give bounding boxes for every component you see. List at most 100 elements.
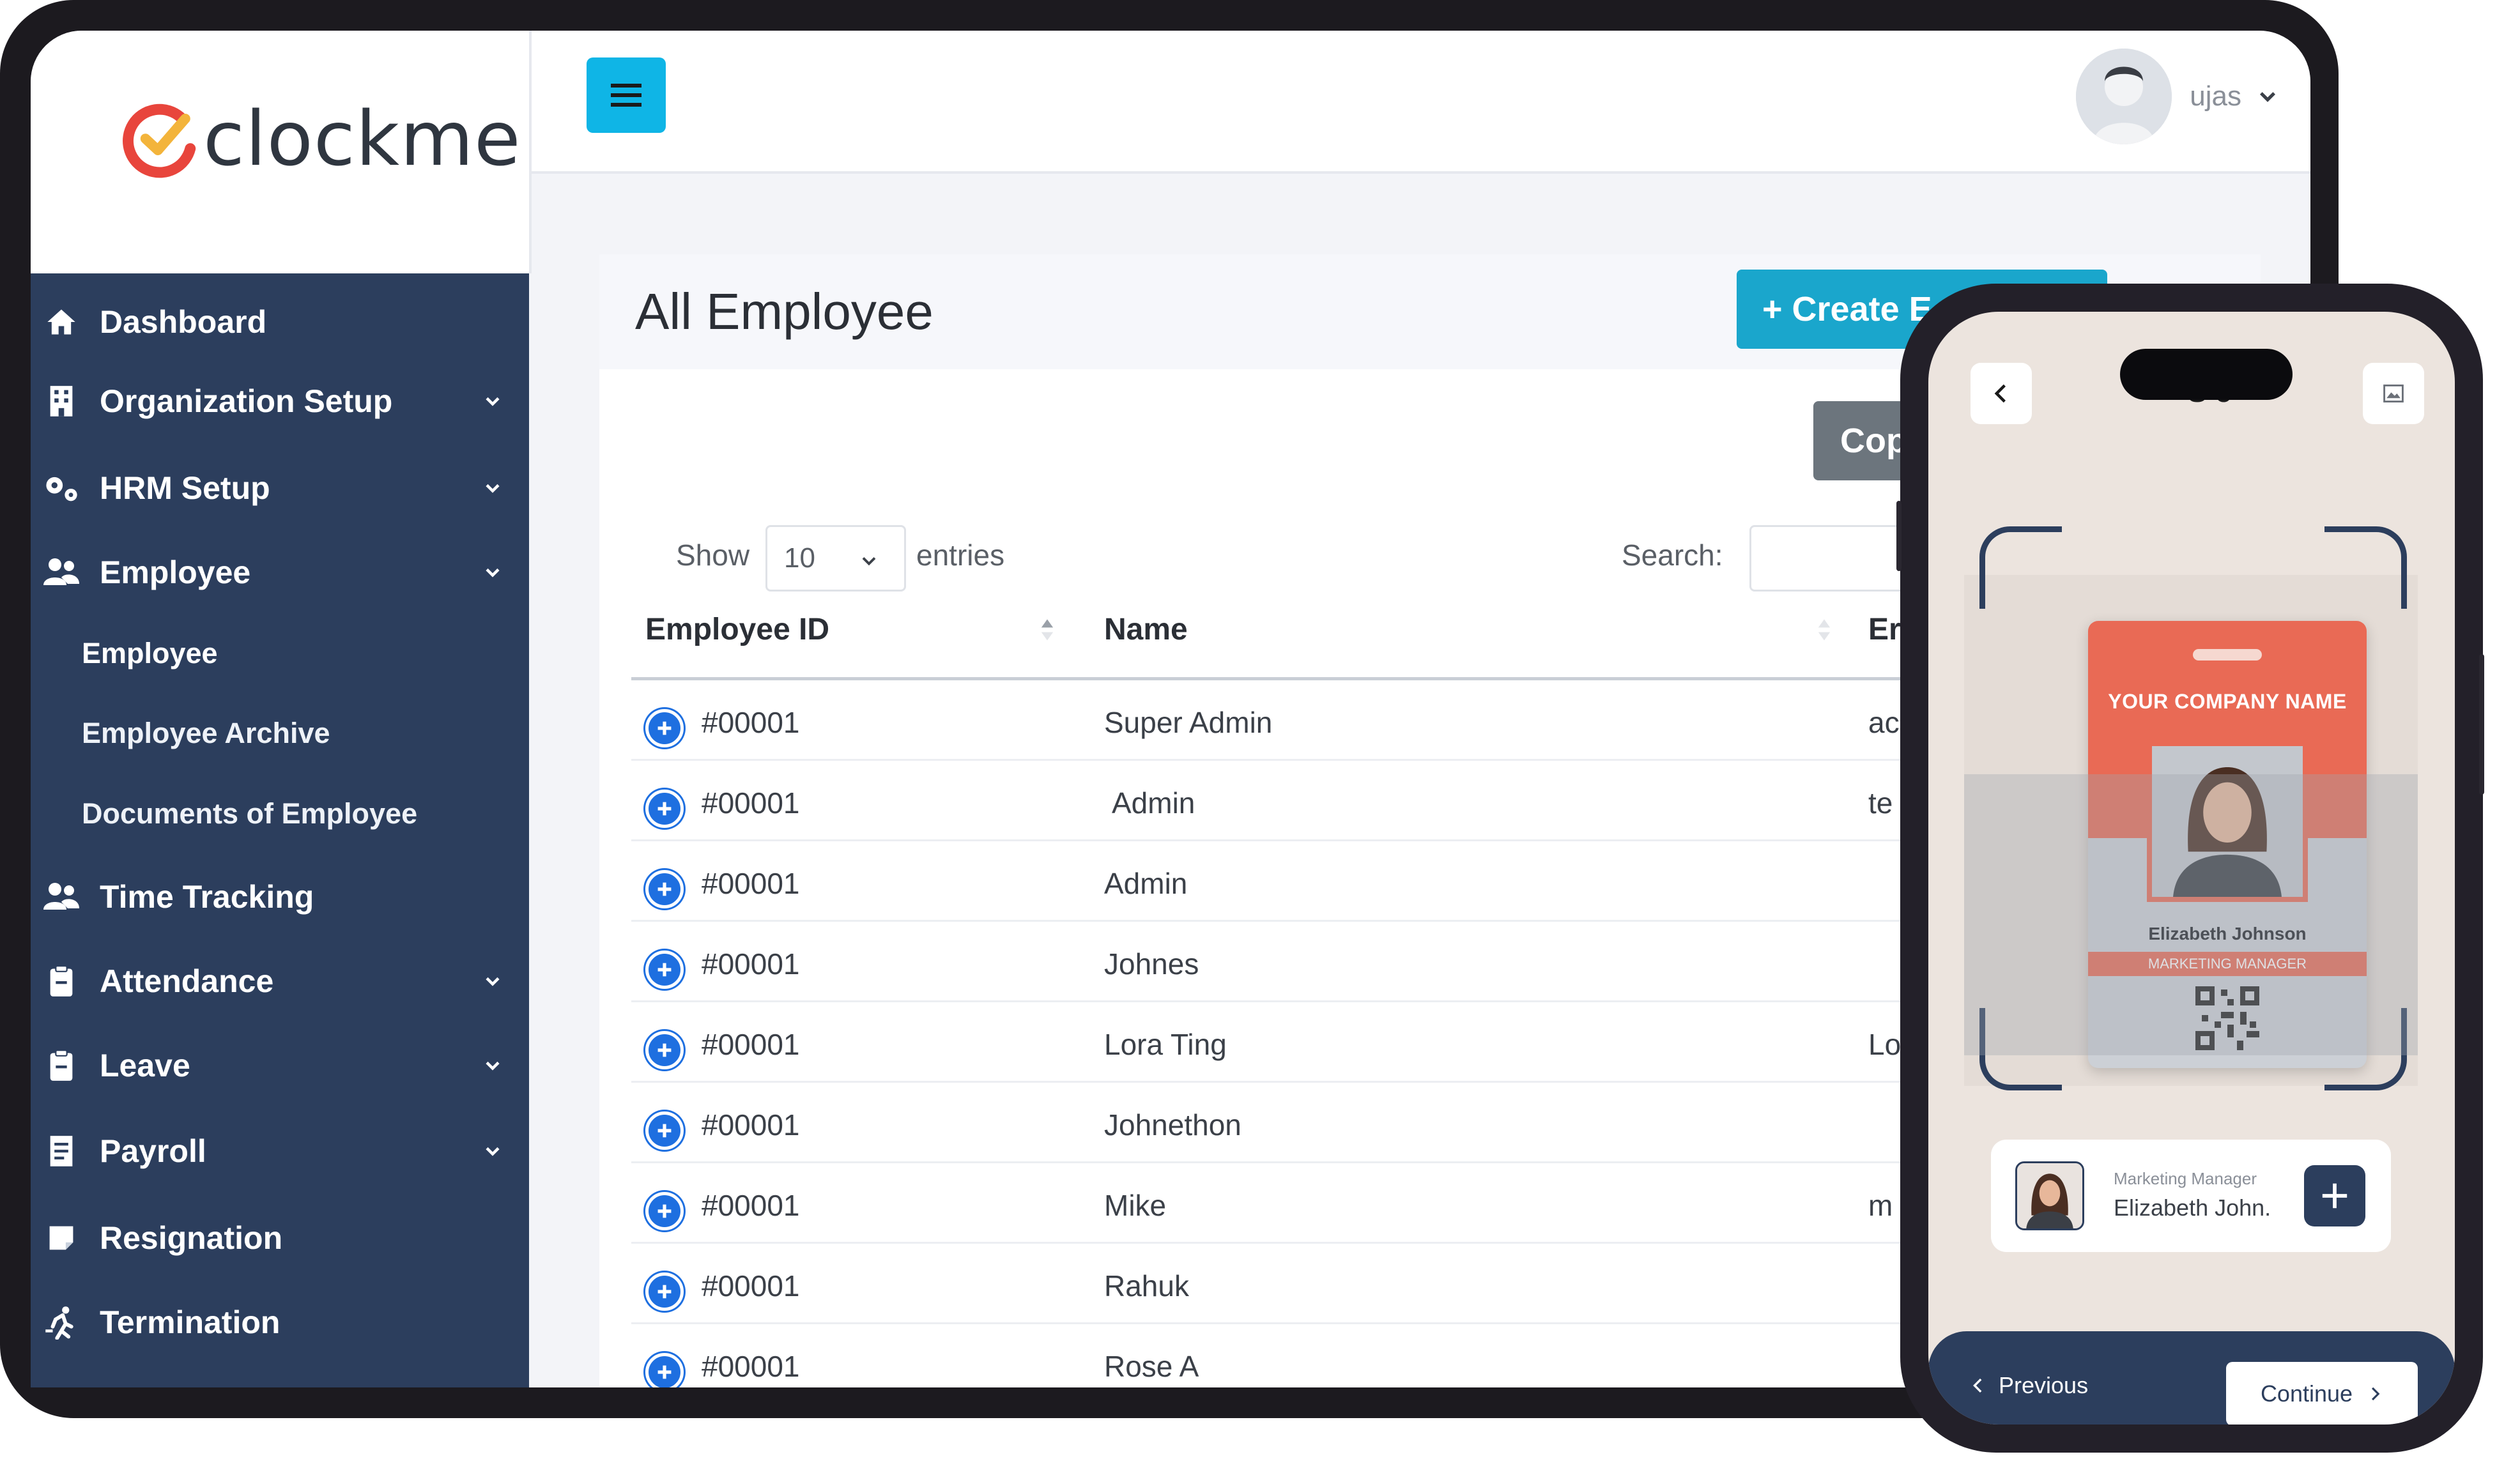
chevron-right-icon — [2372, 1387, 2380, 1401]
employee-id[interactable]: #00001 — [702, 786, 800, 820]
table-row[interactable]: #00001 Johnethon — [631, 1085, 1916, 1163]
table-row[interactable]: #00001 Admin — [631, 843, 1916, 922]
page-length-select[interactable]: 10 — [765, 525, 906, 592]
table-row[interactable]: #00001 Rahuk — [631, 1246, 1916, 1324]
employee-name: Rahuk — [1104, 1269, 1189, 1302]
table-row[interactable]: #00001 Lora Ting Lo — [631, 1004, 1916, 1083]
sidebar-item-termination[interactable]: Termination — [31, 1290, 529, 1354]
column-header-employee-id[interactable]: Employee ID — [645, 612, 829, 647]
sidebar-item-employee[interactable]: Employee — [31, 540, 529, 604]
user-name: ujas — [2190, 80, 2241, 112]
sidebar-item-label: Termination — [100, 1304, 280, 1340]
expand-row-icon[interactable] — [645, 1272, 684, 1311]
table-row[interactable]: #00001 Johnes — [631, 924, 1916, 1002]
page-length-value: 10 — [784, 542, 815, 574]
sidebar-item-dashboard[interactable]: Dashboard — [31, 290, 529, 354]
chevron-down-icon — [486, 397, 500, 406]
employee-id[interactable]: #00001 — [702, 1108, 800, 1142]
previous-label: Previous — [1999, 1372, 2089, 1398]
employee-name: Lora Ting — [1104, 1028, 1227, 1061]
sidebar-item-attendance[interactable]: Attendance — [31, 949, 529, 1013]
dynamic-island — [2120, 349, 2293, 400]
clockme-logo-icon — [123, 103, 196, 178]
sidebar-subitem-employee[interactable]: Employee — [31, 622, 529, 685]
chevron-down-icon — [486, 1061, 500, 1071]
menu-toggle-button[interactable] — [587, 57, 666, 133]
table-row[interactable]: #00001 Admin te — [631, 763, 1916, 841]
employee-name: Super Admin — [1104, 706, 1273, 739]
back-button[interactable] — [1971, 363, 2032, 424]
sort-icon[interactable] — [1817, 617, 1831, 643]
employee-name: Johnes — [1104, 947, 1199, 981]
employee-id[interactable]: #00001 — [702, 866, 800, 901]
expand-row-icon[interactable] — [645, 1192, 684, 1230]
gallery-button[interactable] — [2363, 363, 2424, 424]
entries-label: entries — [916, 539, 1005, 572]
clipboard-icon — [42, 962, 81, 1000]
sidebar-subitem-label: Employee — [82, 637, 218, 669]
users-icon — [42, 553, 81, 592]
expand-row-icon[interactable] — [645, 1031, 684, 1069]
scan-overlay — [1964, 774, 2418, 1055]
sidebar-item-leave[interactable]: Leave — [31, 1034, 529, 1097]
table-row[interactable]: #00001 Rose A — [631, 1326, 1916, 1387]
sidebar-item-resignation[interactable]: Resignation — [31, 1206, 529, 1270]
sidebar-item-label: Time Tracking — [100, 879, 314, 915]
employee-id[interactable]: #00001 — [702, 1269, 800, 1303]
sidebar-item-payroll[interactable]: Payroll — [31, 1119, 529, 1183]
chevron-down-icon — [486, 568, 500, 577]
chevron-down-icon — [486, 977, 500, 986]
employee-email: Lo — [1868, 1028, 1902, 1061]
employee-email: m — [1868, 1189, 1893, 1222]
receipt-icon — [42, 1132, 81, 1170]
hamburger-icon — [611, 84, 642, 107]
sidebar-item-hrm-setup[interactable]: HRM Setup — [31, 456, 529, 520]
add-person-button[interactable] — [2304, 1165, 2365, 1226]
clipboard-icon — [42, 1046, 81, 1085]
scan-corner — [1979, 526, 2062, 609]
image-icon — [2383, 384, 2404, 403]
column-header-email[interactable]: Er — [1868, 612, 1901, 647]
continue-label: Continue — [2260, 1380, 2353, 1407]
expand-row-icon[interactable] — [645, 790, 684, 828]
expand-row-icon[interactable] — [645, 1353, 684, 1387]
phone-frame: S e YOUR COMPANY NAME Elizabeth Johnson … — [1896, 284, 2484, 1453]
continue-button[interactable]: Continue — [2226, 1362, 2418, 1425]
expand-row-icon[interactable] — [645, 870, 684, 908]
scan-corner — [2324, 526, 2407, 609]
expand-row-icon[interactable] — [645, 1112, 684, 1150]
sidebar-item-time-tracking[interactable]: Time Tracking — [31, 865, 529, 929]
expand-row-icon[interactable] — [645, 709, 684, 747]
id-card-slot — [2193, 649, 2262, 661]
selected-person-card[interactable]: Marketing Manager Elizabeth John. — [1991, 1140, 2391, 1252]
sidebar-subitem-employee-archive[interactable]: Employee Archive — [31, 701, 529, 765]
phone-side-button — [2479, 654, 2484, 795]
topbar: ujas — [532, 31, 2310, 174]
employee-id[interactable]: #00001 — [702, 1188, 800, 1223]
expand-row-icon[interactable] — [645, 951, 684, 989]
employee-name: Mike — [1104, 1189, 1167, 1222]
show-label: Show — [676, 539, 750, 572]
previous-button[interactable]: Previous — [1969, 1372, 2088, 1399]
sort-icon[interactable] — [1040, 617, 1054, 643]
employee-id[interactable]: #00001 — [702, 705, 800, 740]
brand-logo[interactable]: clockme — [119, 95, 521, 183]
user-menu[interactable]: ujas — [2076, 49, 2278, 144]
employee-id[interactable]: #00001 — [702, 1027, 800, 1062]
employee-id[interactable]: #00001 — [702, 1349, 800, 1384]
sidebar-subitem-documents-of-employee[interactable]: Documents of Employee — [31, 782, 529, 846]
sidebar-item-label: Payroll — [100, 1133, 206, 1169]
logo-area: clockme — [31, 31, 532, 273]
sidebar-item-label: Attendance — [100, 963, 274, 999]
column-header-name[interactable]: Name — [1104, 612, 1188, 647]
search-input[interactable] — [1749, 525, 1916, 592]
sidebar-item-label: Resignation — [100, 1220, 283, 1256]
employee-id[interactable]: #00001 — [702, 947, 800, 981]
avatar — [2076, 49, 2172, 144]
employee-name: Rose A — [1104, 1350, 1199, 1383]
plus-icon — [2322, 1183, 2347, 1209]
table-row[interactable]: #00001 Mike m — [631, 1165, 1916, 1244]
sidebar-item-organization-setup[interactable]: Organization Setup — [31, 369, 529, 433]
table-header-divider — [631, 677, 1909, 680]
table-row[interactable]: #00001 Super Admin ac — [631, 682, 1916, 761]
